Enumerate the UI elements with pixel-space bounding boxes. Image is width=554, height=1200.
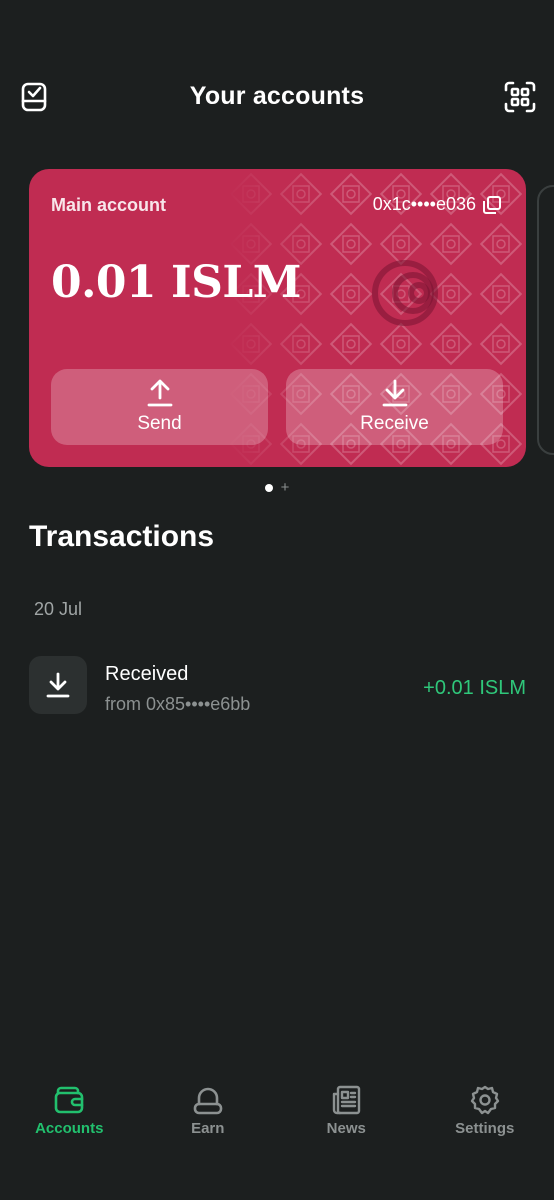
newspaper-icon [333,1085,361,1115]
download-icon [382,379,407,407]
account-card[interactable]: Main account 0x1c••••e036 0.01 ISLM Send [29,169,526,467]
page-title: Your accounts [189,82,365,110]
card-pager: + [0,480,554,495]
nav-news-label: News [326,1120,366,1137]
nav-earn[interactable]: Earn [139,1072,278,1152]
transactions-heading: Transactions [29,520,215,553]
nav-accounts[interactable]: Accounts [0,1072,139,1152]
nav-settings[interactable]: Settings [416,1072,554,1152]
download-icon [46,672,70,698]
header: Your accounts [0,70,554,124]
accounts-screen: Your accounts Main account 0x1c••••e036 … [0,0,554,1200]
copy-icon [483,195,501,214]
account-address[interactable]: 0x1c••••e036 [373,194,502,215]
nav-earn-label: Earn [191,1120,225,1137]
qr-scan-icon [504,81,536,113]
address-text: 0x1c••••e036 [372,194,476,214]
next-card-peek[interactable] [537,185,554,455]
send-label: Send [137,413,182,434]
card-actions: Send Receive [51,369,503,445]
nav-news[interactable]: News [277,1072,416,1152]
piggy-icon [193,1087,223,1115]
send-button[interactable]: Send [51,369,268,445]
account-balance: 0.01 ISLM [51,257,301,308]
bottom-nav: Accounts Earn News Settings [0,1072,554,1152]
nav-accounts-label: Accounts [35,1120,104,1137]
upload-icon [147,379,172,407]
transaction-icon-box [29,656,87,714]
islm-logo-icon [372,260,438,326]
account-name: Main account [51,195,167,215]
wallet-icon [54,1086,84,1114]
nav-settings-label: Settings [455,1120,515,1137]
transaction-type: Received [105,663,189,685]
receive-label: Receive [360,413,429,434]
transaction-amount: +0.01 ISLM [423,677,526,699]
gear-icon [470,1085,499,1115]
transaction-row[interactable]: Received from 0x85••••e6bb +0.01 ISLM [29,656,526,718]
add-account-indicator[interactable]: + [281,480,290,495]
transaction-from: from 0x85••••e6bb [105,694,251,714]
qr-scan-button[interactable] [501,78,539,116]
receive-button[interactable]: Receive [286,369,503,445]
pager-dot-active[interactable] [264,484,273,492]
transaction-date: 20 Jul [34,599,83,619]
